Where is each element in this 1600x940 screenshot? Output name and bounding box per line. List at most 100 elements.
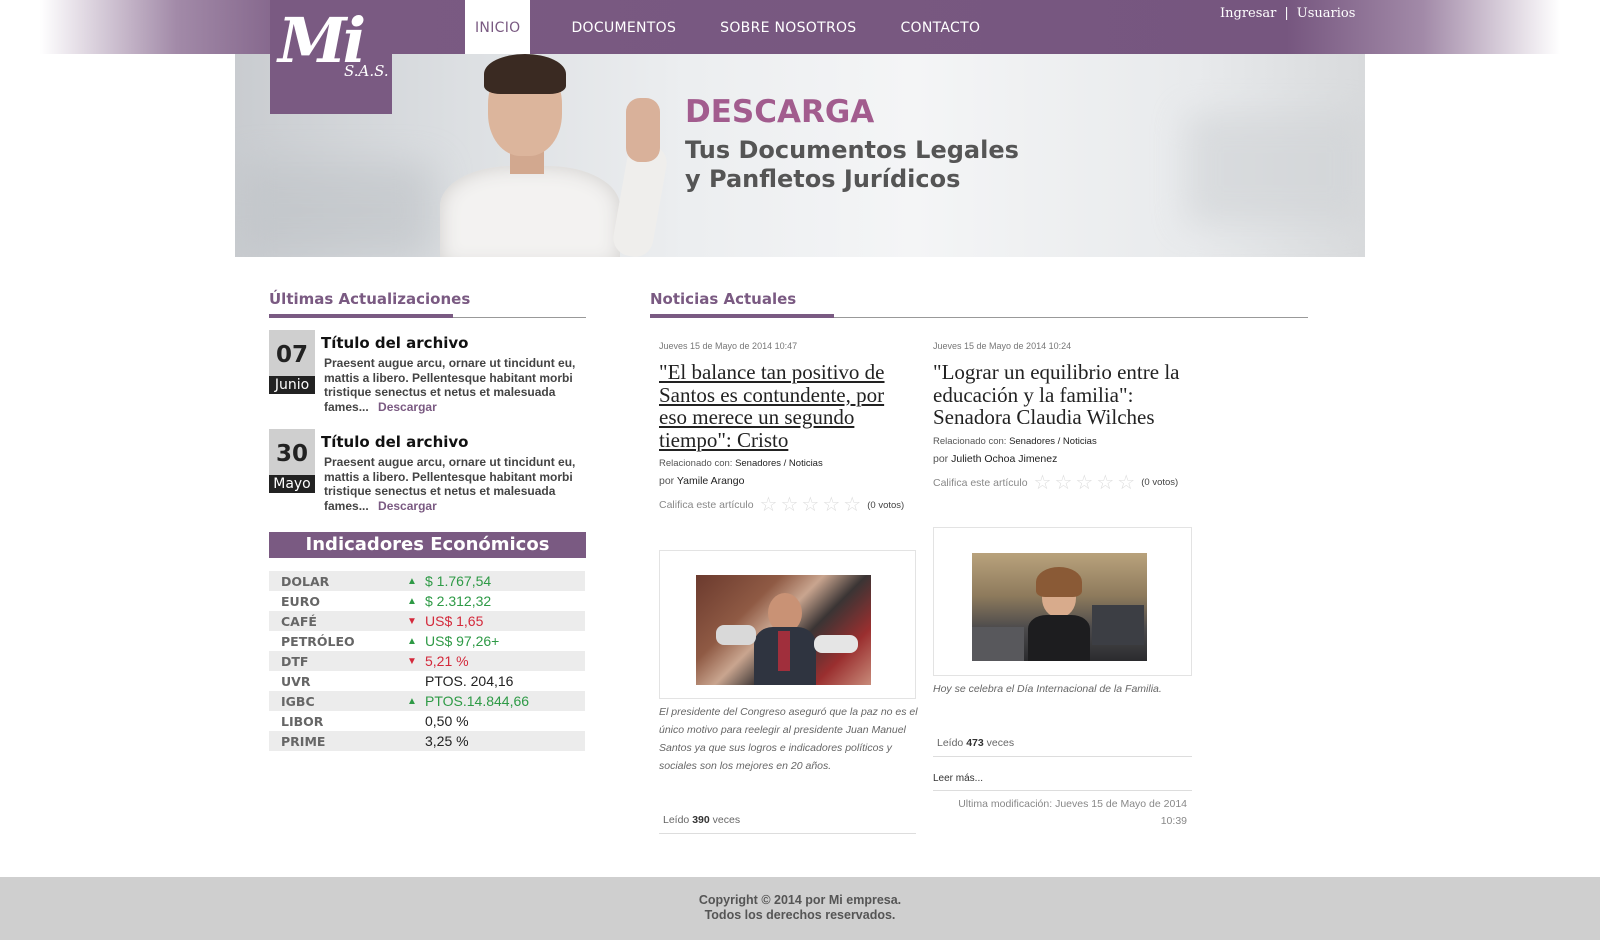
indicator-value: 3,25 % [425, 733, 469, 749]
last-modified: Ultima modificación: Jueves 15 de Mayo d… [958, 798, 1187, 827]
vote-count: (0 votos) [1141, 477, 1179, 488]
company-logo[interactable]: Mi S.A.S. [270, 0, 392, 114]
indicator-value: 5,21 % [425, 653, 469, 669]
update-title[interactable]: Título del archivo [321, 433, 468, 451]
read-more-link[interactable]: Leer más... [933, 773, 983, 784]
indicator-row: PRIME 3,25 % [269, 731, 585, 751]
indicator-name: CAFÉ [281, 613, 317, 629]
user-links: Ingresar | Usuarios [1220, 6, 1355, 21]
star-icon[interactable]: ☆ [843, 495, 861, 515]
read-count: Leído 390 veces [663, 814, 741, 826]
hero-banner: DESCARGA Tus Documentos Legales y Panfle… [235, 54, 1365, 257]
indicator-value: $ 2.312,32 [425, 593, 492, 609]
nav-item-documentos[interactable]: DOCUMENTOS [554, 0, 693, 54]
indicator-row: CAFÉ ▼ US$ 1,65 [269, 611, 585, 631]
news-date: Jueves 15 de Mayo de 2014 10:47 [659, 341, 798, 351]
indicator-value: US$ 97,26+ [425, 633, 500, 649]
logo-suffix: S.A.S. [344, 62, 389, 80]
star-icon[interactable]: ☆ [780, 495, 798, 515]
banner-background-shape [235, 164, 435, 257]
news-related: Relacionado con: Senadores / Noticias [933, 435, 1097, 447]
banner-text: DESCARGA Tus Documentos Legales y Panfle… [685, 94, 1019, 194]
news-article: Jueves 15 de Mayo de 2014 10:47 "El bala… [659, 341, 917, 515]
indicator-name: EURO [281, 593, 320, 609]
section-divider-accent [650, 314, 834, 318]
date-badge: 07 Junio [269, 330, 315, 396]
main-nav: INICIO DOCUMENTOS SOBRE NOSOTROS CONTACT… [465, 0, 1007, 54]
indicator-name: PETRÓLEO [281, 633, 355, 649]
indicator-name: DOLAR [281, 573, 330, 589]
rating-label: Califica este artículo [659, 499, 754, 511]
indicator-row: DOLAR ▲ $ 1.767,54 [269, 571, 585, 591]
news-photo-frame [659, 550, 916, 699]
star-icon[interactable]: ☆ [1075, 473, 1093, 493]
rating-stars: ☆ ☆ ☆ ☆ ☆ [760, 495, 862, 515]
nav-item-inicio[interactable]: INICIO [465, 0, 531, 54]
trend-up-icon: ▲ [407, 575, 417, 587]
indicator-value: PTOS.14.844,66 [425, 693, 530, 709]
banner-subtitle-line-1: Tus Documentos Legales [685, 136, 1019, 164]
related-link[interactable]: Senadores / Noticias [1009, 436, 1097, 447]
indicator-row: UVR PTOS. 204,16 [269, 671, 585, 691]
date-month: Mayo [269, 475, 315, 493]
news-headline[interactable]: "Lograr un equilibrio entre la educación… [933, 361, 1191, 429]
star-icon[interactable]: ☆ [801, 495, 819, 515]
banner-subtitle-line-2: y Panfletos Jurídicos [685, 165, 961, 193]
indicators-title: Indicadores Económicos [269, 532, 586, 558]
login-link[interactable]: Ingresar [1220, 6, 1276, 21]
download-link[interactable]: Descargar [378, 499, 437, 513]
indicator-value: PTOS. 204,16 [425, 673, 514, 689]
update-summary: Praesent augue arcu, ornare ut tincidunt… [324, 356, 576, 414]
nav-item-sobre-nosotros[interactable]: SOBRE NOSOTROS [703, 0, 873, 54]
footer: Copyright © 2014 por Mi empresa. Todos l… [0, 877, 1600, 940]
users-link[interactable]: Usuarios [1297, 6, 1356, 21]
nav-item-contacto[interactable]: CONTACTO [883, 0, 997, 54]
date-day: 30 [269, 429, 315, 475]
news-caption: El presidente del Congreso aseguró que l… [659, 706, 918, 772]
author-name: Yamile Arango [676, 475, 745, 487]
update-title[interactable]: Título del archivo [321, 334, 468, 352]
news-author: por Julieth Ochoa Jimenez [933, 452, 1058, 465]
news-photo[interactable] [696, 575, 871, 685]
read-count: Leído 473 veces [937, 737, 1015, 749]
indicator-value: US$ 1,65 [425, 613, 484, 629]
related-link[interactable]: Senadores / Noticias [735, 458, 823, 469]
trend-up-icon: ▲ [407, 635, 417, 647]
date-day: 07 [269, 330, 315, 376]
rating-stars: ☆ ☆ ☆ ☆ ☆ [1034, 473, 1136, 493]
rating-widget: Califica este artículo ☆ ☆ ☆ ☆ ☆ (0 votos) [659, 495, 917, 515]
news-photo[interactable] [972, 553, 1147, 661]
indicator-name: LIBOR [281, 713, 324, 729]
star-icon[interactable]: ☆ [1054, 473, 1072, 493]
indicator-row: PETRÓLEO ▲ US$ 97,26+ [269, 631, 585, 651]
author-name: Julieth Ochoa Jimenez [951, 452, 1058, 465]
indicator-name: UVR [281, 673, 311, 689]
indicator-row: DTF ▼ 5,21 % [269, 651, 585, 671]
star-icon[interactable]: ☆ [1117, 473, 1135, 493]
star-icon[interactable]: ☆ [760, 495, 778, 515]
rating-label: Califica este artículo [933, 476, 1028, 489]
indicator-name: DTF [281, 653, 309, 669]
divider [933, 756, 1192, 757]
divider [933, 790, 1192, 791]
indicator-row: IGBC ▲ PTOS.14.844,66 [269, 691, 585, 711]
trend-down-icon: ▼ [407, 655, 417, 667]
page: Mi S.A.S. INICIO DOCUMENTOS SOBRE NOSOTR… [0, 0, 1600, 940]
star-icon[interactable]: ☆ [1034, 473, 1052, 493]
indicators-table: DOLAR ▲ $ 1.767,54 EURO ▲ $ 2.312,32 CAFÉ ▼ US… [269, 571, 585, 751]
star-icon[interactable]: ☆ [822, 495, 840, 515]
banner-title: DESCARGA [685, 94, 875, 130]
news-headline-link[interactable]: "El balance tan positivo de Santos es co… [659, 361, 917, 451]
vote-count: (0 votos) [867, 499, 905, 511]
indicator-row: EURO ▲ $ 2.312,32 [269, 591, 585, 611]
rating-widget: Califica este artículo ☆ ☆ ☆ ☆ ☆ (0 votos) [933, 473, 1191, 493]
indicator-name: IGBC [281, 693, 315, 709]
star-icon[interactable]: ☆ [1096, 473, 1114, 493]
news-related: Relacionado con: Senadores / Noticias [659, 458, 823, 469]
news-section-title: Noticias Actuales [650, 290, 797, 308]
download-link[interactable]: Descargar [378, 400, 437, 414]
indicator-value: 0,50 % [425, 713, 469, 729]
rights-text: Todos los derechos reservados. [704, 908, 896, 922]
banner-background-shape [1185, 114, 1365, 224]
updates-section-title: Últimas Actualizaciones [269, 290, 471, 308]
